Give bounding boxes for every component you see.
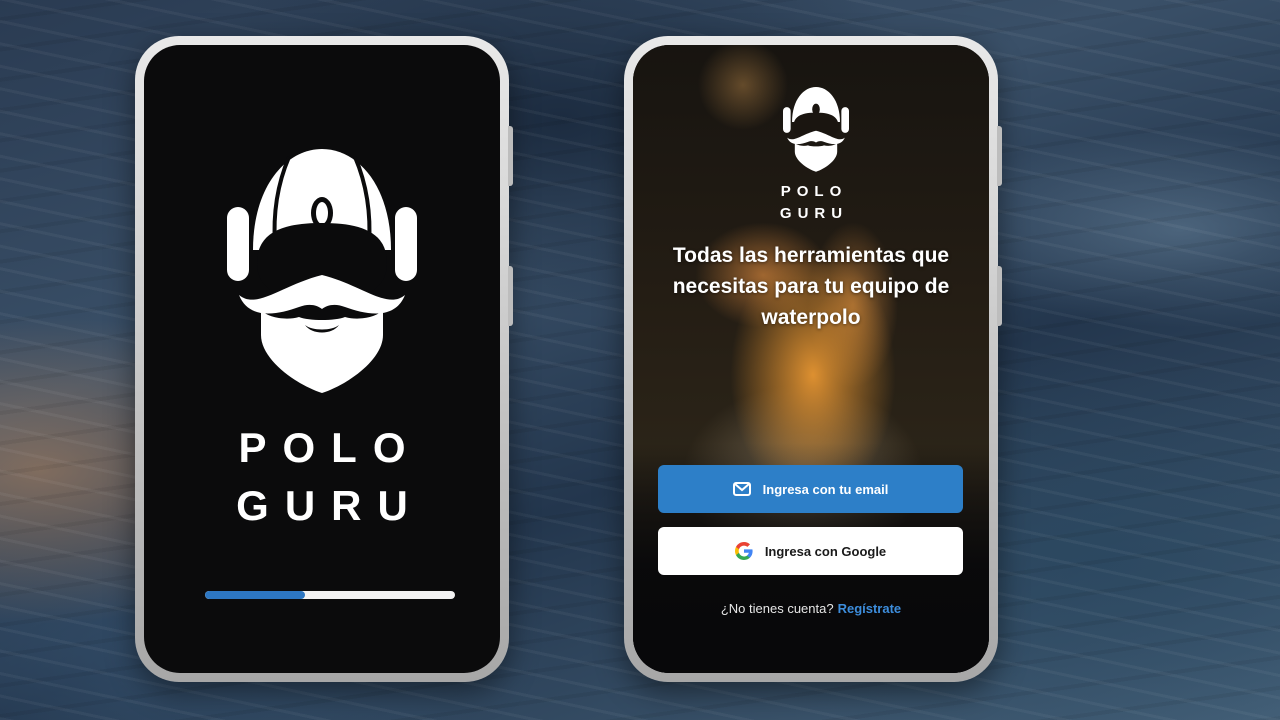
brand-wordmark-guru: GURU bbox=[236, 482, 424, 529]
signup-prompt: ¿No tienes cuenta? bbox=[720, 601, 834, 616]
signup-row: ¿No tienes cuenta? Regístrate bbox=[633, 601, 989, 616]
loading-progress-fill bbox=[205, 591, 305, 599]
polo-guru-logo-icon bbox=[227, 149, 417, 393]
phone-side-button bbox=[997, 126, 1002, 186]
loading-progress-bar bbox=[205, 591, 455, 599]
google-g-icon bbox=[734, 542, 753, 560]
tagline-heading: Todas las herramientas que necesitas par… bbox=[672, 244, 950, 329]
brand-wordmark-polo: POLO bbox=[238, 424, 422, 471]
splash-phone-frame: POLO GURU bbox=[135, 36, 513, 682]
polo-guru-logo-icon bbox=[783, 86, 849, 172]
email-login-button[interactable]: Ingresa con tu email bbox=[658, 465, 963, 513]
phone-side-button bbox=[508, 266, 513, 326]
brand-wordmark-polo: POLO bbox=[780, 183, 848, 200]
phone-side-button bbox=[508, 126, 513, 186]
splash-screen: POLO GURU bbox=[144, 45, 500, 673]
login-screen: POLO GURU Todas las herramientas que nec… bbox=[633, 45, 989, 673]
google-login-button[interactable]: Ingresa con Google bbox=[658, 527, 963, 575]
email-login-label: Ingresa con tu email bbox=[762, 481, 889, 497]
google-login-label: Ingresa con Google bbox=[764, 543, 887, 559]
login-phone-frame: POLO GURU Todas las herramientas que nec… bbox=[624, 36, 1002, 682]
signup-link[interactable]: Regístrate bbox=[838, 601, 902, 616]
brand-wordmark-guru: GURU bbox=[779, 205, 849, 222]
mail-icon bbox=[732, 482, 751, 496]
phone-side-button bbox=[997, 266, 1002, 326]
